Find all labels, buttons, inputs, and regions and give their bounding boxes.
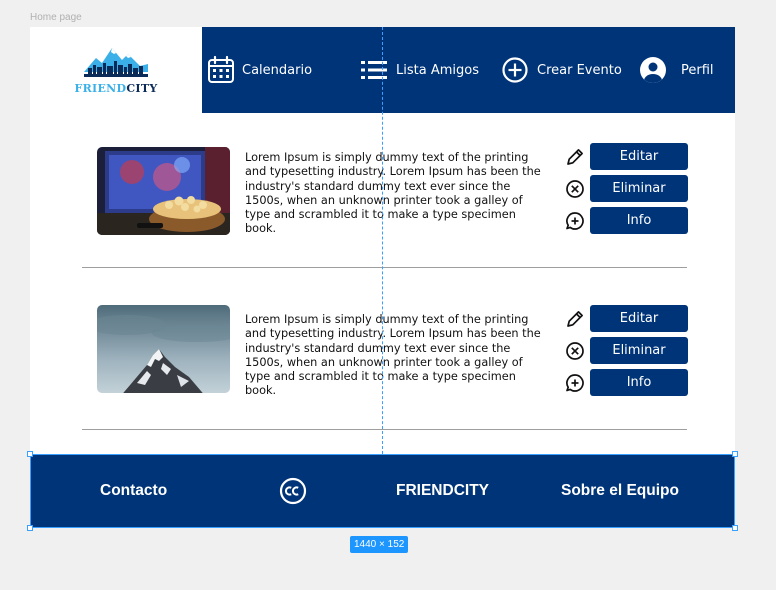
x-circle-icon[interactable]: [564, 178, 586, 200]
x-circle-icon[interactable]: [564, 340, 586, 362]
editar-button[interactable]: Editar: [590, 143, 688, 170]
editar-button[interactable]: Editar: [590, 305, 688, 332]
calendar-icon: [208, 55, 234, 83]
nav-label-perfil: Perfil: [681, 62, 714, 78]
nav-label-crear-evento: Crear Evento: [537, 62, 622, 78]
eliminar-button[interactable]: Eliminar: [590, 175, 688, 202]
frame-label: Home page: [30, 12, 82, 23]
card-description: Lorem Ipsum is simply dummy text of the …: [245, 313, 541, 398]
size-badge: 1440 × 152: [350, 536, 409, 553]
nav-item-crear-evento[interactable]: Crear Evento: [501, 55, 622, 85]
logo-text-friend: FRIEND: [74, 81, 127, 95]
chat-plus-icon[interactable]: [564, 372, 586, 394]
card-divider: [82, 429, 687, 430]
mountain-image[interactable]: [97, 305, 230, 393]
nav-label-lista-amigos: Lista Amigos: [396, 62, 479, 78]
footer-brand[interactable]: FRIENDCITY: [396, 455, 489, 527]
nav-item-calendario[interactable]: Calendario: [206, 55, 312, 85]
selection-handle-top-right[interactable]: [732, 451, 738, 457]
pencil-icon[interactable]: [564, 308, 586, 330]
action-row-eliminar: Eliminar: [564, 337, 688, 364]
creative-commons-icon[interactable]: [279, 455, 307, 527]
user-icon: [640, 57, 666, 83]
selection-handle-top-left[interactable]: [27, 451, 33, 457]
footer-link-sobre-el-equipo[interactable]: Sobre el Equipo: [561, 455, 679, 527]
logo-text-city: CITY: [126, 81, 158, 95]
card-divider: [82, 267, 687, 268]
logo[interactable]: FRIENDCITY: [30, 27, 202, 113]
footer[interactable]: Contacto FRIENDCITY Sobre el Equipo: [30, 454, 735, 528]
selection-handle-bottom-right[interactable]: [732, 525, 738, 531]
popcorn-tv-image[interactable]: [97, 147, 230, 235]
eliminar-button[interactable]: Eliminar: [590, 337, 688, 364]
layout-guide-line: [382, 27, 383, 454]
mountain-skyline-icon: [84, 47, 148, 77]
action-row-eliminar: Eliminar: [564, 175, 688, 202]
nav-label-calendario: Calendario: [242, 62, 313, 78]
action-row-editar: Editar: [564, 305, 688, 332]
info-button[interactable]: Info: [590, 207, 688, 234]
nav-item-lista-amigos[interactable]: Lista Amigos: [360, 55, 479, 85]
event-card: Lorem Ipsum is simply dummy text of the …: [82, 304, 688, 444]
action-row-editar: Editar: [564, 143, 688, 170]
logo-wordmark: FRIENDCITY: [74, 82, 157, 95]
plus-circle-icon: [502, 57, 528, 83]
action-row-info: Info: [564, 369, 688, 396]
top-nav: Calendario Lista Amigos Crear Evento Per…: [202, 27, 735, 113]
selection-handle-bottom-left[interactable]: [27, 525, 33, 531]
footer-link-contacto[interactable]: Contacto: [100, 455, 167, 527]
action-row-info: Info: [564, 207, 688, 234]
event-card: Lorem Ipsum is simply dummy text of the …: [82, 142, 688, 282]
card-description: Lorem Ipsum is simply dummy text of the …: [245, 151, 541, 236]
nav-item-perfil[interactable]: Perfil: [639, 55, 714, 85]
chat-plus-icon[interactable]: [564, 210, 586, 232]
pencil-icon[interactable]: [564, 146, 586, 168]
list-icon: [361, 61, 387, 79]
info-button[interactable]: Info: [590, 369, 688, 396]
